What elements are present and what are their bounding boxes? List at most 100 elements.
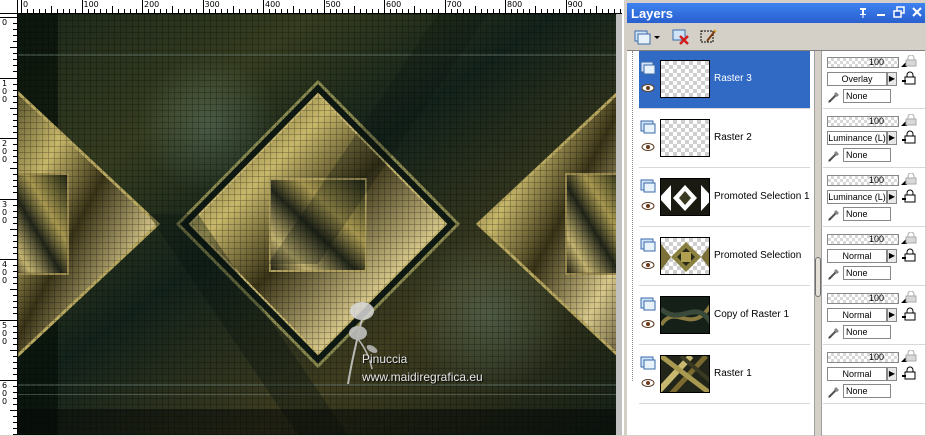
visibility-eye-icon[interactable]: [641, 319, 655, 329]
blend-mode-select[interactable]: Luminance (L): [827, 190, 887, 204]
mask-select[interactable]: None: [843, 384, 891, 398]
brush-link-icon[interactable]: [827, 385, 841, 399]
ruler-minor-tick: [13, 234, 17, 236]
blend-mode-arrow-icon[interactable]: ▶: [887, 190, 897, 204]
blend-mode-arrow-icon[interactable]: ▶: [887, 72, 897, 86]
lock-transparency-icon[interactable]: [905, 290, 919, 303]
opacity-slider[interactable]: 100: [827, 293, 899, 304]
mask-select[interactable]: None: [843, 207, 891, 221]
layer-row[interactable]: Raster 1: [639, 346, 810, 404]
blend-mode-select[interactable]: Normal: [827, 367, 887, 381]
brush-link-icon[interactable]: [827, 267, 841, 281]
lock-icon[interactable]: [901, 366, 917, 380]
visibility-eye-icon[interactable]: [641, 201, 655, 211]
ruler-major-tick: [565, 0, 567, 13]
raster-layer-icon: [640, 297, 656, 311]
ruler-minor-tick: [13, 355, 17, 357]
layer-row[interactable]: Raster 2: [639, 110, 810, 168]
brush-link-icon[interactable]: [827, 90, 841, 104]
visibility-eye-icon[interactable]: [641, 260, 655, 270]
blend-mode-select[interactable]: Normal: [827, 249, 887, 263]
raster-layer-icon: [640, 238, 656, 252]
close-icon[interactable]: [911, 6, 923, 18]
lock-icon[interactable]: [901, 307, 917, 321]
ruler-minor-tick: [583, 9, 585, 13]
ruler-minor-tick: [13, 204, 17, 206]
brush-link-icon[interactable]: [827, 208, 841, 222]
visibility-eye-icon[interactable]: [641, 142, 655, 152]
ruler-digit: 0: [2, 276, 8, 285]
lock-icon[interactable]: [901, 248, 917, 262]
edit-selection-button[interactable]: [697, 26, 719, 46]
pin-icon[interactable]: [857, 6, 869, 18]
blend-mode-arrow-icon[interactable]: ▶: [887, 249, 897, 263]
ruler-minor-tick: [13, 65, 17, 67]
lock-icon[interactable]: [901, 130, 917, 144]
ruler-label: 800: [507, 0, 523, 9]
ruler-digit: 0: [2, 18, 8, 27]
mask-select[interactable]: None: [843, 266, 891, 280]
blend-mode-select[interactable]: Luminance (L): [827, 131, 887, 145]
opacity-slider[interactable]: 100: [827, 116, 899, 127]
layer-name: Raster 3: [714, 73, 752, 84]
blend-mode-arrow-icon[interactable]: ▶: [887, 131, 897, 145]
lock-transparency-icon[interactable]: [905, 231, 919, 244]
opacity-slider[interactable]: 100: [827, 57, 899, 68]
ruler-minor-tick: [13, 343, 17, 345]
lock-transparency-icon[interactable]: [905, 113, 919, 126]
layer-row[interactable]: Raster 3: [639, 51, 810, 109]
ruler-minor-tick: [377, 9, 379, 13]
blend-mode-arrow-icon[interactable]: ▶: [887, 367, 897, 381]
image-canvas-window: 0 100 200 300 400 500 600 700 800 900 0 100 200 300 4…: [0, 0, 622, 435]
minimize-icon[interactable]: [875, 6, 887, 18]
ruler-minor-tick: [571, 9, 573, 13]
new-layer-dropdown-icon[interactable]: [651, 26, 661, 46]
canvas-scrollbar[interactable]: [616, 14, 622, 435]
ruler-minor-tick: [535, 6, 537, 13]
layer-row[interactable]: Copy of Raster 1: [639, 287, 810, 345]
mask-select[interactable]: None: [843, 89, 891, 103]
ruler-minor-tick: [541, 9, 543, 13]
ruler-minor-tick: [75, 9, 77, 13]
lock-icon[interactable]: [901, 71, 917, 85]
visibility-eye-icon[interactable]: [641, 378, 655, 388]
ruler-minor-tick: [87, 9, 89, 13]
blend-mode-select[interactable]: Overlay: [827, 72, 887, 86]
ruler-minor-tick: [13, 295, 17, 297]
layer-row[interactable]: Promoted Selection 1: [639, 169, 810, 227]
ruler-minor-tick: [13, 373, 17, 375]
opacity-slider[interactable]: 100: [827, 234, 899, 245]
mask-select[interactable]: None: [843, 325, 891, 339]
opacity-slider[interactable]: 100: [827, 175, 899, 186]
ruler-minor-tick: [190, 9, 192, 13]
lock-icon[interactable]: [901, 189, 917, 203]
restore-icon[interactable]: [893, 6, 905, 18]
ruler-minor-tick: [57, 9, 59, 13]
ruler-minor-tick: [148, 9, 150, 13]
ruler-minor-tick: [13, 313, 17, 315]
splitter-handle[interactable]: [815, 257, 821, 297]
ruler-minor-tick: [10, 47, 17, 49]
mask-select[interactable]: None: [843, 148, 891, 162]
opacity-slider[interactable]: 100: [827, 352, 899, 363]
column-divider[interactable]: [814, 51, 822, 436]
lock-transparency-icon[interactable]: [905, 349, 919, 362]
ruler-minor-tick: [577, 9, 579, 13]
brush-link-icon[interactable]: [827, 326, 841, 340]
ruler-minor-tick: [299, 9, 301, 13]
ruler-minor-tick: [13, 216, 17, 218]
layer-row[interactable]: Promoted Selection: [639, 228, 810, 286]
lock-transparency-icon[interactable]: [905, 54, 919, 67]
layer-properties-row: 100 ◢ Luminance (L) ▶ None: [823, 169, 925, 227]
delete-layer-button[interactable]: [669, 26, 691, 46]
brush-link-icon[interactable]: [827, 149, 841, 163]
blend-mode-select[interactable]: Normal: [827, 308, 887, 322]
lock-transparency-icon[interactable]: [905, 172, 919, 185]
visibility-eye-icon[interactable]: [641, 83, 655, 93]
ruler-label: 400: [265, 0, 281, 9]
blend-mode-arrow-icon[interactable]: ▶: [887, 308, 897, 322]
layers-titlebar[interactable]: Layers: [627, 3, 925, 23]
artwork-canvas[interactable]: Pinuccia www.maidiregrafica.eu: [18, 14, 616, 435]
new-layer-button[interactable]: [631, 26, 653, 46]
ruler-minor-tick: [13, 59, 17, 61]
